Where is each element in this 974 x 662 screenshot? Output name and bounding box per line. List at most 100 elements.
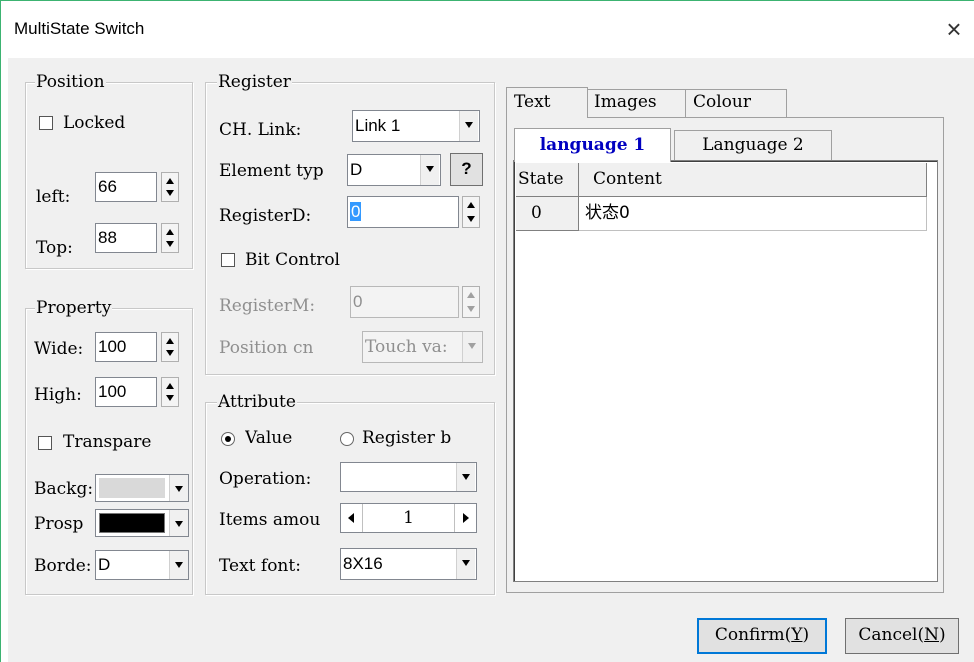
confirm-button[interactable]: Confirm(Y) — [697, 618, 827, 654]
items-amount-scroller[interactable]: 1 — [340, 503, 477, 533]
confirm-close: ) — [802, 625, 810, 645]
scroll-right-icon[interactable] — [454, 504, 476, 532]
register-d-input[interactable]: 0 — [347, 196, 459, 228]
top-spinner[interactable] — [161, 223, 179, 253]
grid-row-header[interactable]: 0 — [516, 197, 579, 231]
prospect-color-select[interactable] — [95, 509, 189, 537]
border-select[interactable]: D — [95, 550, 189, 580]
scroll-left-icon[interactable] — [341, 504, 363, 532]
property-legend: Property — [35, 298, 113, 318]
operation-select[interactable] — [340, 462, 477, 492]
grid-header-state[interactable]: State — [516, 163, 579, 197]
left-spinner[interactable] — [161, 172, 179, 202]
grid-cell-content[interactable]: 状态0 — [579, 197, 927, 231]
bit-control-label[interactable]: Bit Control — [245, 250, 340, 270]
high-input[interactable]: 100 — [95, 377, 157, 407]
position-legend: Position — [35, 72, 106, 92]
register-m-input[interactable]: 0 — [350, 286, 459, 318]
confirm-label: Confirm( — [714, 625, 792, 645]
register-d-label: RegisterD: — [219, 206, 312, 226]
tab-images[interactable]: Images — [586, 89, 686, 117]
spin-up-icon[interactable] — [467, 202, 475, 208]
tab-language-1[interactable]: language 1 — [514, 128, 671, 162]
chevron-down-icon[interactable] — [169, 510, 188, 536]
window-title: MultiState Switch — [14, 19, 145, 38]
chevron-down-icon[interactable] — [169, 551, 188, 579]
position-cn-value: Touch va: — [365, 337, 448, 357]
element-type-select[interactable]: D — [347, 154, 441, 186]
bit-control-checkbox[interactable] — [221, 253, 235, 267]
spin-down-icon[interactable] — [467, 306, 475, 312]
left-input[interactable]: 66 — [95, 172, 157, 202]
register-d-value[interactable]: 0 — [350, 202, 362, 221]
wide-input[interactable]: 100 — [95, 332, 157, 362]
prospect-label: Prosp — [34, 514, 84, 534]
locked-checkbox[interactable] — [39, 116, 53, 130]
register-d-spinner[interactable] — [462, 196, 480, 228]
spin-up-icon[interactable] — [166, 178, 174, 184]
chevron-down-icon[interactable] — [459, 111, 478, 141]
text-font-select[interactable]: 8X16 — [340, 548, 477, 580]
spin-up-icon[interactable] — [166, 383, 174, 389]
value-radio[interactable] — [221, 432, 235, 446]
wide-label: Wide: — [34, 339, 84, 359]
close-icon[interactable]: × — [940, 12, 968, 46]
grid-header-content[interactable]: Content — [579, 163, 927, 197]
cancel-close: ) — [938, 625, 946, 645]
chevron-down-icon[interactable] — [462, 332, 481, 362]
cancel-button[interactable]: Cancel(N) — [845, 618, 959, 654]
spin-down-icon[interactable] — [166, 241, 174, 247]
spin-up-icon[interactable] — [166, 338, 174, 344]
chevron-down-icon[interactable] — [456, 549, 475, 579]
top-label: Top: — [36, 238, 73, 258]
position-cn-label: Position cn — [219, 338, 314, 358]
register-b-radio[interactable] — [340, 432, 354, 446]
high-spinner[interactable] — [161, 377, 179, 407]
confirm-mnemonic: Y — [791, 625, 803, 645]
border-label: Borde: — [34, 556, 92, 576]
text-font-label: Text font: — [219, 556, 301, 576]
ch-link-label: CH. Link: — [219, 120, 302, 140]
transparent-checkbox[interactable] — [38, 436, 52, 450]
spin-down-icon[interactable] — [166, 395, 174, 401]
prospect-swatch — [99, 513, 165, 533]
spin-down-icon[interactable] — [166, 190, 174, 196]
spin-down-icon[interactable] — [467, 216, 475, 222]
attribute-legend: Attribute — [217, 392, 297, 412]
left-label: left: — [36, 187, 71, 207]
background-swatch — [99, 478, 165, 498]
spin-up-icon[interactable] — [467, 292, 475, 298]
cancel-label: Cancel( — [858, 625, 925, 645]
locked-label[interactable]: Locked — [63, 113, 125, 133]
high-label: High: — [34, 385, 82, 405]
tab-text[interactable]: Text — [506, 87, 588, 118]
chevron-down-icon[interactable] — [456, 463, 475, 491]
items-amount-value: 1 — [403, 508, 414, 528]
wide-spinner[interactable] — [161, 332, 179, 362]
tab-colour[interactable]: Colour — [685, 89, 787, 117]
ch-link-select[interactable]: Link 1 — [352, 110, 480, 142]
register-b-radio-label[interactable]: Register b — [362, 428, 487, 448]
items-amount-label: Items amou — [219, 510, 321, 530]
ch-link-value: Link 1 — [355, 116, 401, 135]
spin-down-icon[interactable] — [166, 350, 174, 356]
chevron-down-icon[interactable] — [169, 475, 188, 501]
background-color-select[interactable] — [95, 474, 189, 502]
position-cn-select[interactable]: Touch va: — [362, 331, 483, 363]
border-value: D — [98, 555, 111, 574]
value-radio-label[interactable]: Value — [245, 428, 292, 448]
register-m-spinner[interactable] — [462, 286, 480, 318]
register-m-label: RegisterM: — [219, 296, 316, 316]
register-legend: Register — [217, 72, 292, 92]
operation-label: Operation: — [219, 469, 312, 489]
chevron-down-icon[interactable] — [420, 155, 439, 185]
element-type-label: Element typ — [219, 161, 324, 181]
spin-up-icon[interactable] — [166, 229, 174, 235]
top-input[interactable]: 88 — [95, 223, 157, 253]
help-button[interactable]: ? — [450, 153, 483, 186]
background-label: Backg: — [34, 479, 94, 499]
element-type-value: D — [350, 160, 363, 179]
transparent-label[interactable]: Transpare — [63, 432, 173, 452]
tab-language-2[interactable]: Language 2 — [674, 130, 832, 162]
cancel-mnemonic: N — [924, 625, 939, 645]
